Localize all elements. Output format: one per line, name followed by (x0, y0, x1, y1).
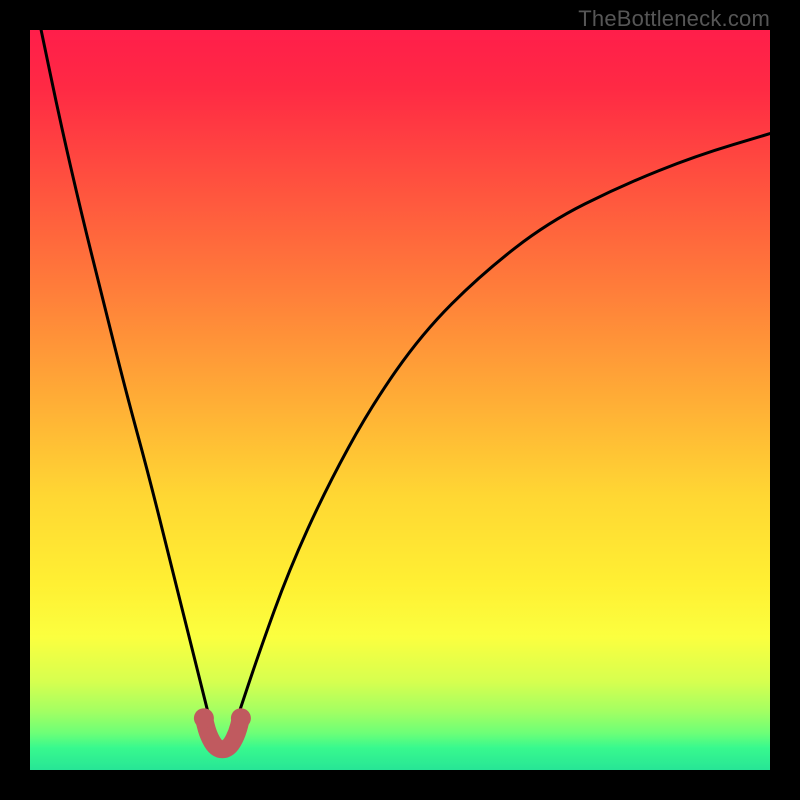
watermark-text: TheBottleneck.com (578, 6, 770, 32)
curve-layer (30, 30, 770, 770)
trough-endpoint-right (231, 708, 251, 728)
bottleneck-curve (41, 30, 770, 746)
trough-endpoint-left (194, 708, 214, 728)
plot-area (30, 30, 770, 770)
chart-frame: TheBottleneck.com (0, 0, 800, 800)
